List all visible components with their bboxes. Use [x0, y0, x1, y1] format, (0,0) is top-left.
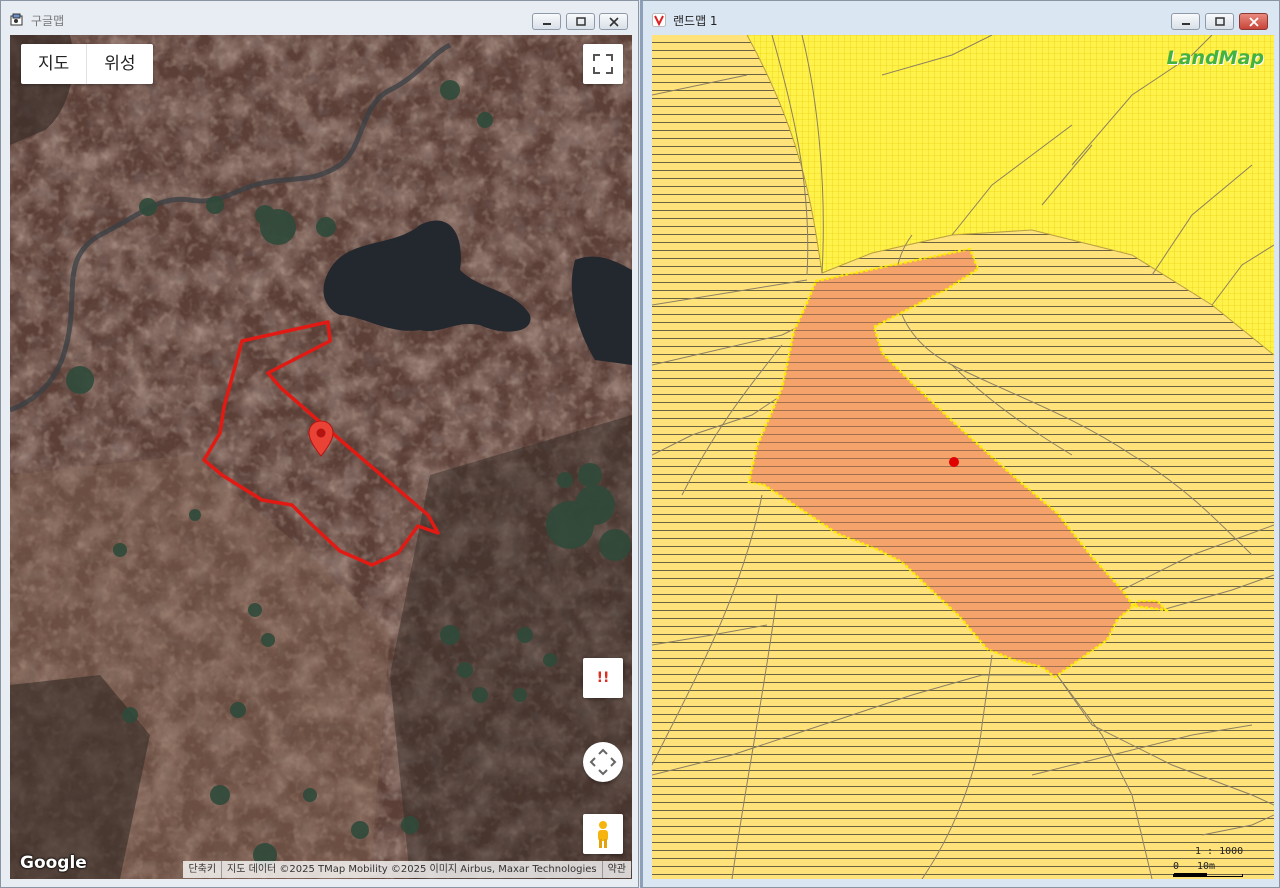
fullscreen-button[interactable] [583, 44, 623, 84]
scale-ratio: 1 : 1000 [1195, 846, 1244, 857]
satellite-map[interactable]: 지도 위성 !! Google 단축키 지도 데이터 ©2025 TMap Mo… [10, 35, 632, 879]
scale-bar [1173, 873, 1243, 877]
landmap-window: 랜드맵 1 LandMap 1: 1000 0 10m [640, 0, 1280, 888]
move-arrows-icon [589, 748, 617, 776]
restore-icon [576, 17, 586, 26]
cadastral-map [652, 35, 1274, 879]
pegman-icon [598, 821, 608, 848]
tab-map[interactable]: 지도 [21, 44, 86, 84]
landmap-map[interactable]: LandMap 1 : 1000 0 10m [652, 35, 1274, 879]
terms-link[interactable]: 약관 [601, 861, 631, 878]
alert-button[interactable]: !! [583, 658, 623, 698]
shortcuts-link[interactable]: 단축키 [183, 861, 221, 878]
location-pin-icon[interactable] [308, 420, 334, 458]
app-icon [10, 12, 24, 26]
minimize-icon [1182, 23, 1190, 25]
map-data-text: 지도 데이터 ©2025 TMap Mobility ©2025 이미지 Air… [221, 861, 602, 878]
scale-zero-label: 0 [1173, 861, 1180, 872]
street-view-button[interactable] [583, 814, 623, 854]
maximize-button[interactable] [1205, 13, 1234, 30]
close-button[interactable] [1239, 13, 1268, 30]
minimize-button[interactable] [532, 13, 561, 30]
map-type-control: 지도 위성 [21, 44, 153, 84]
close-button[interactable] [599, 13, 628, 30]
fullscreen-icon [593, 54, 613, 74]
close-icon [609, 17, 619, 27]
google-map-window: 구글맵 지도 위성 !! Google 단축키 지도 데이터 ©2025 TMa… [0, 0, 639, 888]
google-map-titlebar[interactable]: 구글맵 [1, 1, 638, 35]
scale-length-label: 10m [1197, 861, 1216, 872]
maximize-button[interactable] [566, 13, 595, 30]
window-title: 구글맵 [31, 14, 65, 28]
landmap-titlebar[interactable]: 랜드맵 1 [643, 1, 1279, 35]
parcel-center-dot [949, 457, 959, 467]
tab-satellite[interactable]: 위성 [86, 44, 152, 84]
map-attribution: 단축키 지도 데이터 ©2025 TMap Mobility ©2025 이미지… [183, 861, 631, 878]
close-icon [1249, 17, 1259, 27]
restore-icon [1215, 17, 1225, 26]
landmap-app-icon [652, 12, 666, 27]
landmap-logo: LandMap [1166, 47, 1264, 69]
pan-control-button[interactable] [583, 742, 623, 782]
minimize-button[interactable] [1171, 13, 1200, 30]
window-title: 랜드맵 1 [673, 14, 718, 28]
minimize-icon [543, 23, 551, 25]
google-logo: Google [20, 853, 87, 873]
